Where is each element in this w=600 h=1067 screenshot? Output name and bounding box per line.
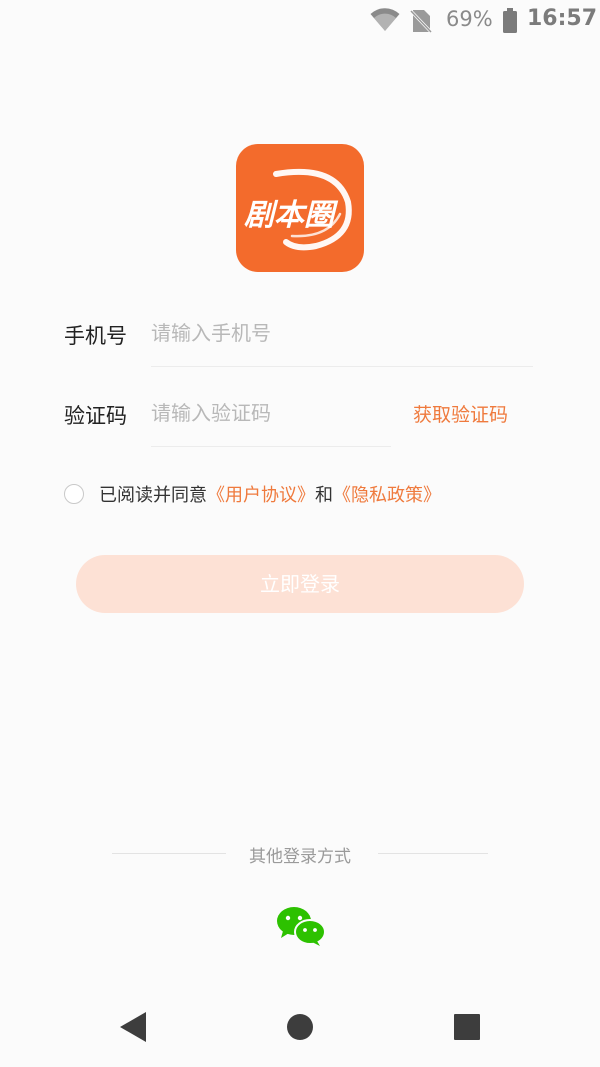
agreement-checkbox[interactable] [64, 484, 84, 504]
agreement-text: 已阅读并同意《用户协议》和《隐私政策》 [99, 481, 441, 507]
phone-label: 手机号 [64, 324, 127, 348]
back-icon[interactable] [118, 1011, 148, 1047]
clock: 16:57 [527, 6, 598, 31]
wifi-icon [370, 8, 400, 36]
privacy-policy-link[interactable]: 《隐私政策》 [333, 485, 441, 506]
login-button[interactable]: 立即登录 [76, 555, 524, 613]
other-login-divider-right [378, 853, 488, 854]
login-screen: 69% 16:57 剧本圈 手机号 验证码 获取验证码 已阅读并同意《用户协议》… [0, 0, 600, 1067]
no-sim-icon [409, 8, 433, 38]
battery-percentage: 69% [446, 7, 493, 31]
agreement-prefix: 已阅读并同意 [99, 485, 207, 506]
other-login-label: 其他登录方式 [249, 847, 351, 867]
user-agreement-link[interactable]: 《用户协议》 [207, 485, 315, 506]
battery-icon [502, 8, 518, 38]
code-input[interactable] [151, 399, 391, 427]
get-code-button[interactable]: 获取验证码 [413, 400, 508, 427]
code-label: 验证码 [64, 404, 127, 428]
recent-apps-icon[interactable] [454, 1014, 480, 1044]
home-icon[interactable] [286, 1013, 314, 1045]
phone-input[interactable] [151, 319, 531, 347]
phone-divider [151, 366, 533, 367]
code-divider [151, 446, 391, 447]
agreement-conjunction: 和 [315, 485, 333, 506]
logo-text: 剧本圈 [244, 198, 334, 233]
other-login-divider-left [112, 853, 226, 854]
wechat-icon[interactable] [276, 905, 326, 947]
app-logo: 剧本圈 [236, 144, 364, 272]
status-bar: 69% 16:57 [0, 0, 600, 44]
